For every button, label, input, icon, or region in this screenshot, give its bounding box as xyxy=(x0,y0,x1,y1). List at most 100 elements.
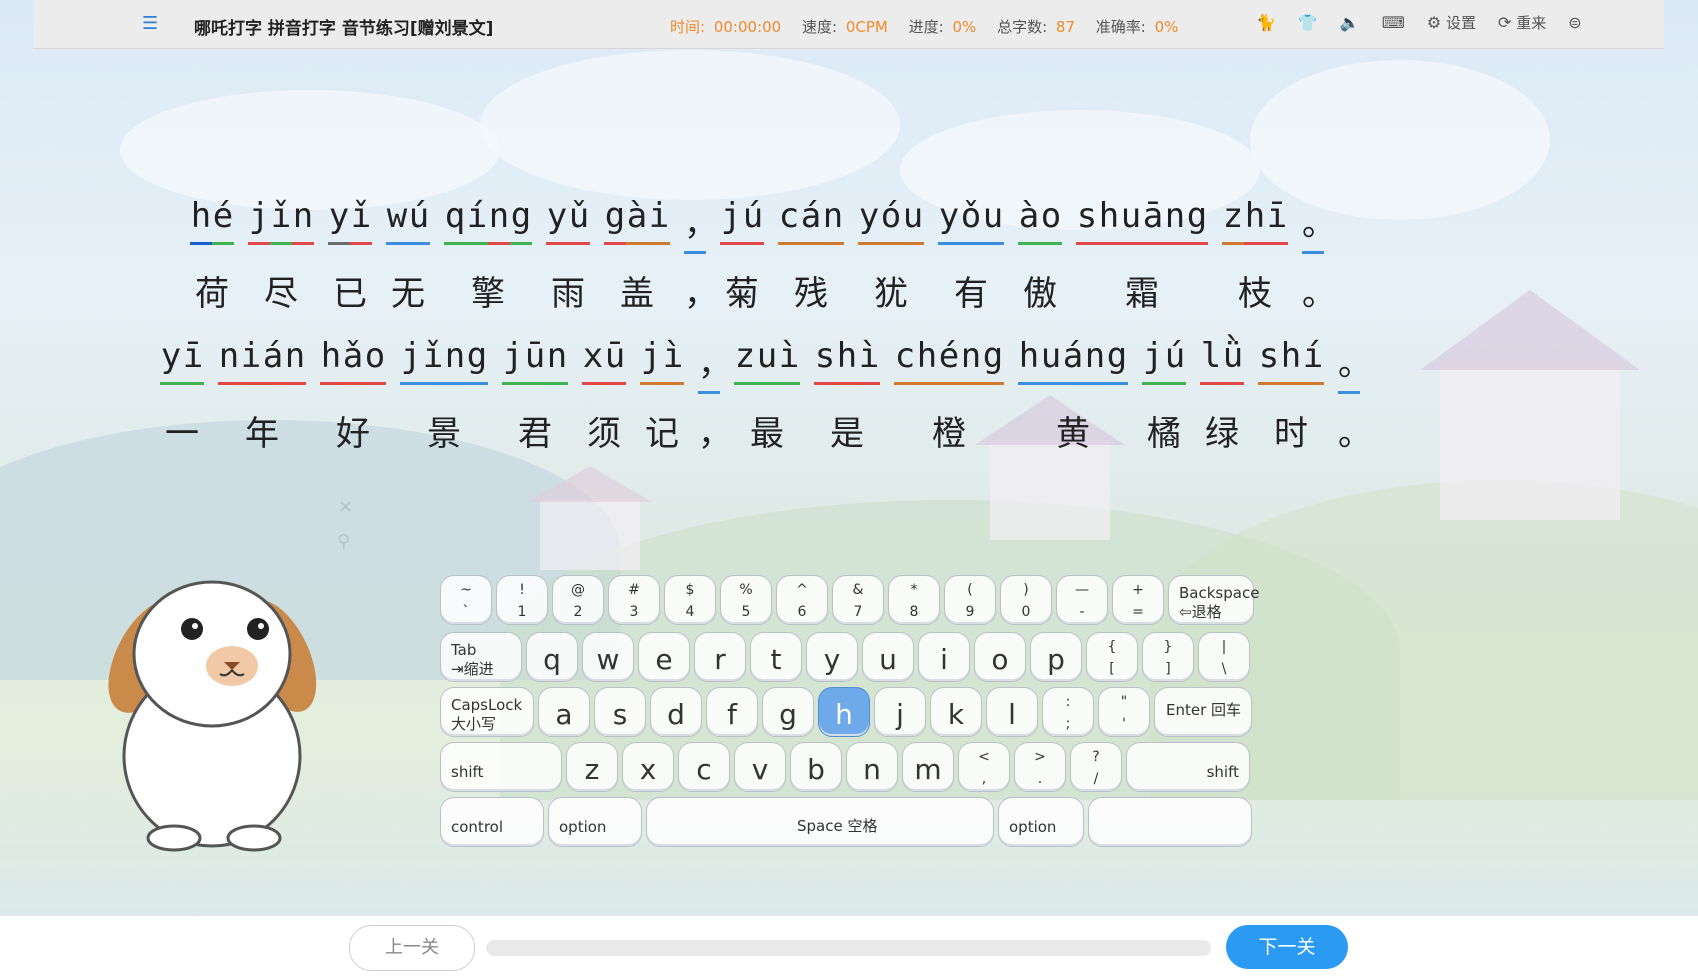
key-q[interactable]: q xyxy=(526,632,578,682)
key-symbol[interactable]: — - xyxy=(1056,575,1108,625)
key-h[interactable]: h xyxy=(818,687,870,737)
key-symbol[interactable]: & 7 xyxy=(832,575,884,625)
settings-button[interactable]: ⚙ 设置 xyxy=(1427,12,1476,33)
pinyin-letter: ú xyxy=(408,196,430,245)
key-d[interactable]: d xyxy=(650,687,702,737)
pinyin-letter: s xyxy=(814,336,836,385)
key-s[interactable]: s xyxy=(594,687,646,737)
key-label: g xyxy=(779,698,797,731)
key-f[interactable]: f xyxy=(706,687,758,737)
pinyin-letter: ǐ xyxy=(422,336,444,385)
pinyin-syllable: qíng xyxy=(444,196,532,254)
key-z[interactable]: z xyxy=(566,742,618,792)
key-symbol[interactable]: $4 xyxy=(664,575,716,625)
key-symbol[interactable]: * 8 xyxy=(888,575,940,625)
hanzi-character: 尽 xyxy=(264,274,298,314)
pinyin-syllable: shì xyxy=(814,336,880,394)
pinyin-letter: h xyxy=(836,336,858,385)
key-shift-label: ! xyxy=(519,582,525,598)
key-symbol[interactable]: #3 xyxy=(608,575,660,625)
key-base-label: / xyxy=(1093,771,1099,787)
key-x[interactable]: x xyxy=(622,742,674,792)
key-symbol[interactable]: % 5 xyxy=(720,575,772,625)
key-shift-label: : xyxy=(1065,694,1071,710)
key-e[interactable]: e xyxy=(638,632,690,682)
prev-level-button[interactable]: 上一关 xyxy=(349,925,475,971)
key-control[interactable]: control xyxy=(440,797,544,847)
key-symbol[interactable]: @2 xyxy=(552,575,604,625)
key-symbol[interactable]: :; xyxy=(1042,687,1094,737)
shirt-icon[interactable]: 👕 xyxy=(1298,13,1318,32)
key-space[interactable]: Space 空格 xyxy=(646,797,994,847)
key-label: x xyxy=(639,753,657,786)
key-symbol[interactable]: (9 xyxy=(944,575,996,625)
key-c[interactable]: c xyxy=(678,742,730,792)
key-w[interactable]: w xyxy=(582,632,634,682)
pinyin-letter: g xyxy=(466,336,488,385)
pinyin-syllable: shí xyxy=(1258,336,1324,394)
pinyin-letter: ī xyxy=(1266,196,1288,245)
key-symbol[interactable]: ! 1 xyxy=(496,575,548,625)
key-shift-label: ^ xyxy=(796,582,808,598)
key-symbol[interactable]: " ' xyxy=(1098,687,1150,737)
key-y[interactable]: y xyxy=(806,632,858,682)
key-label: h xyxy=(835,698,853,731)
key-symbol[interactable]: + = xyxy=(1112,575,1164,625)
key-lshift[interactable]: shift xyxy=(440,742,562,792)
key-u[interactable]: u xyxy=(862,632,914,682)
restart-button[interactable]: ⟳ 重来 xyxy=(1498,12,1546,33)
cat-icon[interactable]: 🐈 xyxy=(1256,13,1276,32)
close-icon[interactable]: ✕ xyxy=(338,497,353,518)
key-tab[interactable]: Tab ⇥缩进 xyxy=(440,632,522,682)
key-symbol[interactable]: ~ ` xyxy=(440,575,492,625)
key-backspace[interactable]: Backspace ⇦退格 xyxy=(1168,575,1259,625)
pin-icon[interactable]: ⚲ xyxy=(337,531,350,552)
hanzi-character: 橘 xyxy=(1147,414,1181,454)
key-k[interactable]: k xyxy=(930,687,982,737)
key-t[interactable]: t xyxy=(750,632,802,682)
speaker-icon[interactable]: 🔈 xyxy=(1340,13,1360,32)
key-symbol[interactable]: <, xyxy=(958,742,1010,792)
key-v[interactable]: v xyxy=(734,742,786,792)
next-level-button[interactable]: 下一关 xyxy=(1226,925,1348,969)
key-option2[interactable]: option xyxy=(998,797,1084,847)
key-g[interactable]: g xyxy=(762,687,814,737)
share-icon[interactable]: ⊜ xyxy=(1568,13,1581,32)
key-n[interactable]: n xyxy=(846,742,898,792)
pinyin-letter: á xyxy=(800,196,822,245)
key-symbol[interactable]: | \ xyxy=(1198,632,1250,682)
key-symbol[interactable]: >. xyxy=(1014,742,1066,792)
key-symbol[interactable]: {[ xyxy=(1086,632,1138,682)
key-label: d xyxy=(667,698,685,731)
pinyin-letter: h xyxy=(1244,196,1266,245)
key-a[interactable]: a xyxy=(538,687,590,737)
key-shift-label: < xyxy=(978,749,990,765)
pinyin-letter: h xyxy=(190,196,212,245)
key-rshift[interactable]: shift xyxy=(1126,742,1250,792)
pinyin-syllable: ào xyxy=(1018,196,1062,254)
pinyin-letter: g xyxy=(1186,196,1208,245)
keyboard-icon[interactable]: ⌨ xyxy=(1382,13,1405,32)
key-l[interactable]: l xyxy=(986,687,1038,737)
key-r[interactable]: r xyxy=(694,632,746,682)
menu-icon[interactable]: ☰ xyxy=(142,15,158,33)
key-j[interactable]: j xyxy=(874,687,926,737)
key-base-label: 2 xyxy=(573,604,583,620)
key-b[interactable]: b xyxy=(790,742,842,792)
key-symbol[interactable]: ^ 6 xyxy=(776,575,828,625)
key-caps[interactable]: CapsLock 大小写 xyxy=(440,687,534,737)
pinyin-letter: ， xyxy=(698,336,732,394)
key-blank[interactable] xyxy=(1088,797,1252,847)
hanzi-character: 傲 xyxy=(1023,274,1057,314)
key-p[interactable]: p xyxy=(1030,632,1082,682)
key-i[interactable]: i xyxy=(918,632,970,682)
key-symbol[interactable]: }] xyxy=(1142,632,1194,682)
key-shift-label: > xyxy=(1034,749,1046,765)
key-m[interactable]: m xyxy=(902,742,954,792)
key-o[interactable]: o xyxy=(974,632,1026,682)
pinyin-letter: u xyxy=(982,196,1004,245)
key-symbol[interactable]: ) 0 xyxy=(1000,575,1052,625)
key-symbol[interactable]: ? / xyxy=(1070,742,1122,792)
key-enter[interactable]: Enter 回车 xyxy=(1154,687,1252,737)
key-option[interactable]: option xyxy=(548,797,642,847)
